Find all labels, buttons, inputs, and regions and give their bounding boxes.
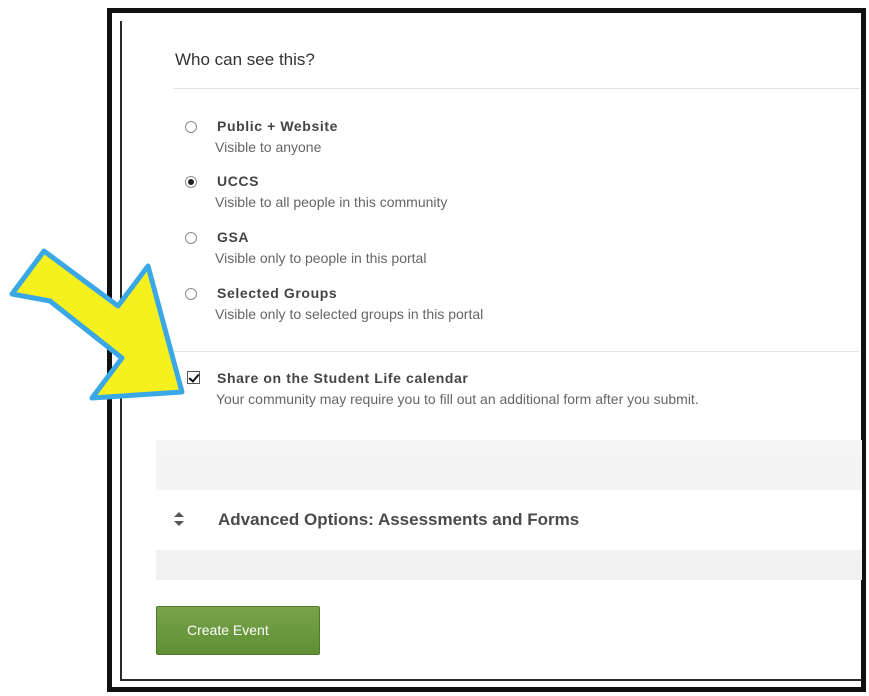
option-description: Visible only to people in this portal [215,250,427,266]
option-title: Selected Groups [217,285,338,301]
option-title: UCCS [217,173,260,189]
option-title: GSA [217,229,250,245]
radio-public[interactable] [185,121,197,133]
screenshot-frame [107,8,866,692]
advanced-options-toggle[interactable]: Advanced Options: Assessments and Forms [156,490,862,550]
option-description: Visible to anyone [215,139,322,155]
option-description: Visible only to selected groups in this … [215,306,484,322]
options-divider [173,351,860,352]
create-event-button[interactable]: Create Event [156,606,320,655]
visibility-heading: Who can see this? [175,50,315,69]
option-description: Visible to all people in this community [215,194,448,210]
option-title: Public + Website [217,118,338,134]
share-calendar-description: Your community may require you to fill o… [216,391,699,407]
advanced-options-label: Advanced Options: Assessments and Forms [218,510,580,529]
radio-gsa[interactable] [185,232,197,244]
radio-selected-groups[interactable] [185,288,197,300]
share-calendar-checkbox[interactable] [187,371,200,384]
share-calendar-label[interactable]: Share on the Student Life calendar [217,370,468,386]
radio-uccs[interactable] [185,176,197,188]
sort-toggle-icon [174,512,184,526]
checkmark-icon [188,371,200,383]
heading-divider [173,88,860,89]
screenshot-stage: Who can see this? Public + Website Visib… [0,0,869,696]
